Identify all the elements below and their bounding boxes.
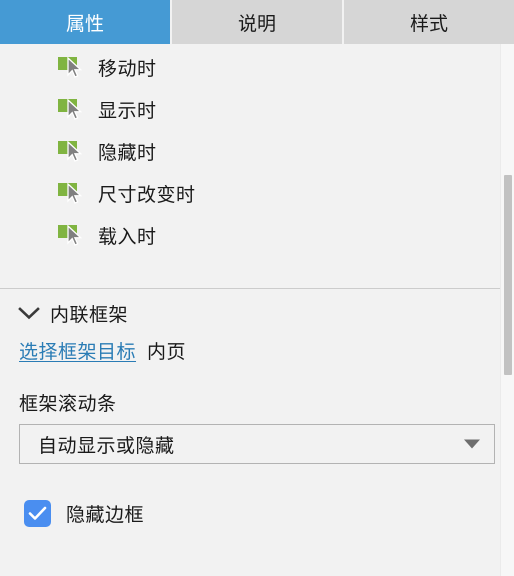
properties-panel: 移动时 显示时 隐藏时 尺寸改变时 载入时 内联框架 选择框架目标 内页 框架滚… <box>0 44 514 576</box>
list-item-label: 移动时 <box>98 58 157 80</box>
list-item[interactable]: 尺寸改变时 <box>0 172 514 214</box>
list-item-label: 尺寸改变时 <box>98 184 196 206</box>
event-cursor-icon <box>58 139 86 163</box>
list-item[interactable]: 载入时 <box>0 214 514 256</box>
event-list: 移动时 显示时 隐藏时 尺寸改变时 载入时 <box>0 44 514 256</box>
section-title: 内联框架 <box>50 304 129 326</box>
select-frame-target-link[interactable]: 选择框架目标 <box>19 337 136 364</box>
section-header-inline-frame[interactable]: 内联框架 <box>0 289 514 337</box>
tab-description[interactable]: 说明 <box>172 0 344 44</box>
tab-properties[interactable]: 属性 <box>0 0 172 44</box>
tab-style-label: 样式 <box>409 13 448 35</box>
panel-scrollbar-thumb[interactable] <box>504 175 512 375</box>
tab-bar: 属性 说明 样式 <box>0 0 514 44</box>
hide-border-checkbox[interactable] <box>24 500 51 527</box>
frame-target-row: 选择框架目标 内页 <box>0 337 514 377</box>
list-item-label: 载入时 <box>98 226 157 248</box>
caret-down-icon[interactable] <box>464 439 480 449</box>
panel-scrollbar-track[interactable] <box>500 44 514 576</box>
list-item-label: 显示时 <box>98 100 157 122</box>
frame-scrollbar-select[interactable]: 自动显示或隐藏 <box>19 424 495 464</box>
checkmark-icon <box>28 506 47 520</box>
tab-description-label: 说明 <box>237 13 276 35</box>
event-cursor-icon <box>58 223 86 247</box>
event-cursor-icon <box>58 97 86 121</box>
frame-scrollbar-selected-value: 自动显示或隐藏 <box>38 435 175 457</box>
list-item-label: 隐藏时 <box>98 142 157 164</box>
list-item[interactable]: 显示时 <box>0 88 514 130</box>
frame-target-value: 内页 <box>147 342 187 363</box>
tab-properties-label: 属性 <box>65 13 104 35</box>
hide-border-row[interactable]: 隐藏边框 <box>0 500 514 527</box>
list-item[interactable]: 隐藏时 <box>0 130 514 172</box>
frame-scrollbar-label: 框架滚动条 <box>19 394 117 415</box>
hide-border-label: 隐藏边框 <box>66 505 145 526</box>
list-item[interactable]: 移动时 <box>0 46 514 88</box>
event-cursor-icon <box>58 55 86 79</box>
chevron-down-icon[interactable] <box>16 300 42 326</box>
tab-style[interactable]: 样式 <box>344 0 514 44</box>
event-cursor-icon <box>58 181 86 205</box>
